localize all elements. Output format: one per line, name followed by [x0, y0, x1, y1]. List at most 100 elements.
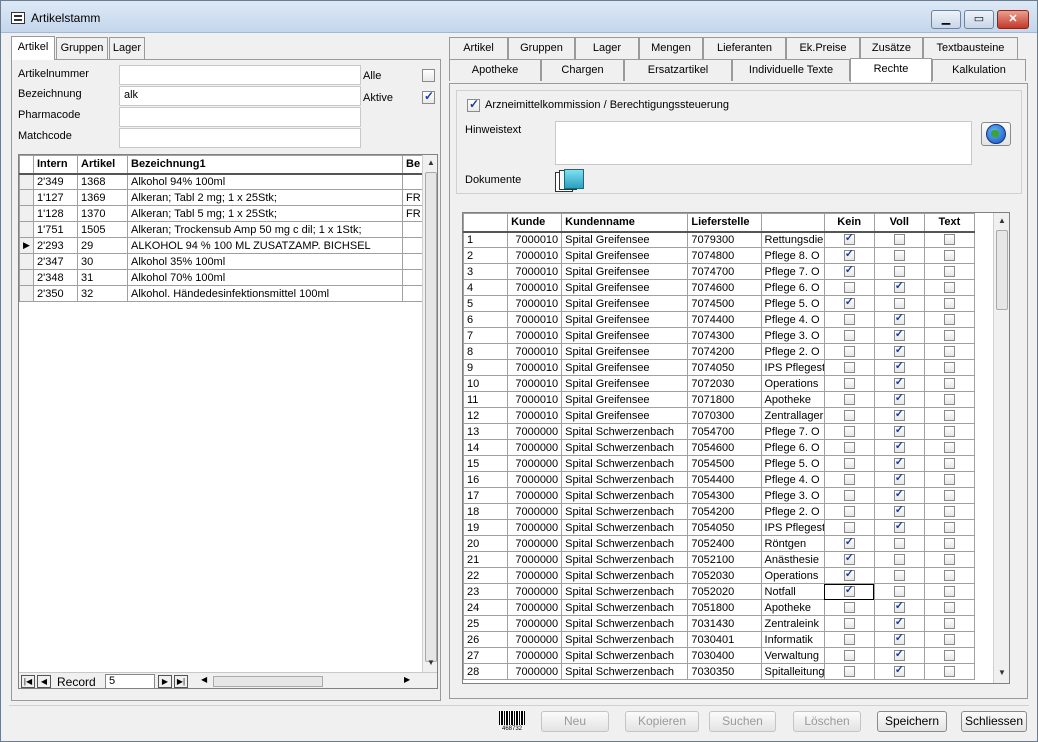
table-cell[interactable]: IPS Pflegest: [760, 519, 825, 536]
permission-checkbox[interactable]: [843, 282, 855, 294]
barcode-icon[interactable]: 468732: [499, 711, 525, 735]
permission-checkbox[interactable]: [843, 585, 855, 598]
table-cell[interactable]: Informatik: [760, 631, 825, 648]
permission-cell[interactable]: [873, 583, 925, 600]
table-cell[interactable]: Pflege 5. O: [760, 295, 825, 312]
row-selector[interactable]: [19, 253, 34, 270]
permission-cell[interactable]: [823, 295, 875, 312]
permission-checkbox[interactable]: [943, 634, 955, 646]
table-cell[interactable]: Spital Greifensee: [561, 247, 689, 264]
permission-cell[interactable]: [923, 647, 976, 664]
permission-cell[interactable]: [923, 423, 976, 440]
permission-checkbox[interactable]: [943, 410, 955, 422]
permission-cell[interactable]: [823, 567, 875, 584]
minimize-button[interactable]: ▁: [931, 10, 961, 29]
permission-checkbox[interactable]: [893, 473, 905, 486]
first-record-icon[interactable]: |◀: [21, 675, 35, 688]
article-grid-vscroll[interactable]: ▲ ▼: [422, 155, 437, 672]
table-cell[interactable]: Alkeran; Tabl 5 mg; 1 x 25Stk;: [127, 205, 403, 222]
table-cell[interactable]: [402, 285, 424, 302]
permission-checkbox[interactable]: [843, 410, 855, 422]
row-selector[interactable]: [19, 285, 34, 302]
permission-checkbox[interactable]: [843, 314, 855, 326]
permission-cell[interactable]: [823, 439, 875, 456]
permission-cell[interactable]: [873, 551, 925, 568]
tab-lager[interactable]: Lager: [575, 37, 639, 59]
permission-cell[interactable]: [873, 535, 925, 552]
tab-lieferanten[interactable]: Lieferanten: [703, 37, 786, 59]
tab-rechte[interactable]: Rechte: [850, 58, 932, 82]
permission-cell[interactable]: [873, 263, 925, 280]
row-selector[interactable]: [19, 269, 34, 286]
permission-cell[interactable]: [823, 663, 875, 680]
table-cell[interactable]: 7000000: [507, 503, 563, 520]
table-cell[interactable]: 30: [77, 253, 128, 270]
permission-cell[interactable]: [823, 535, 875, 552]
column-header[interactable]: Voll: [873, 213, 925, 233]
permission-checkbox[interactable]: [843, 522, 855, 534]
table-cell[interactable]: 7074050: [687, 359, 762, 376]
table-row[interactable]: 23 7000000 Spital Schwerzenbach 7052020 Notf…: [463, 583, 976, 600]
permission-cell[interactable]: [923, 551, 976, 568]
documents-icon[interactable]: [555, 169, 587, 193]
permission-cell[interactable]: [923, 519, 976, 536]
permission-checkbox[interactable]: [843, 602, 855, 614]
table-cell[interactable]: 7030401: [687, 631, 762, 648]
table-cell[interactable]: Operations: [760, 567, 825, 584]
permission-cell[interactable]: [823, 279, 875, 296]
permission-checkbox[interactable]: [943, 458, 955, 470]
permission-checkbox[interactable]: [893, 489, 905, 502]
table-cell[interactable]: Rettungsdie: [760, 231, 825, 248]
table-row[interactable]: 2'347 30 Alkohol 35% 100ml: [19, 253, 424, 270]
permission-checkbox[interactable]: [893, 586, 905, 598]
permission-cell[interactable]: [873, 327, 925, 344]
table-cell[interactable]: 1368: [77, 173, 128, 190]
table-cell[interactable]: Operations: [760, 375, 825, 392]
table-cell[interactable]: Spital Schwerzenbach: [561, 487, 689, 504]
table-cell[interactable]: 10: [463, 375, 509, 392]
table-cell[interactable]: 7000000: [507, 663, 563, 680]
table-cell[interactable]: 7052100: [687, 551, 762, 568]
table-cell[interactable]: Spital Greifensee: [561, 327, 689, 344]
permission-checkbox[interactable]: [843, 458, 855, 470]
permission-checkbox[interactable]: [943, 426, 955, 438]
permission-checkbox[interactable]: [893, 505, 905, 518]
permission-checkbox[interactable]: [843, 442, 855, 454]
permission-checkbox[interactable]: [893, 234, 905, 246]
column-header[interactable]: Text: [923, 213, 976, 233]
table-row[interactable]: 3 7000010 Spital Greifensee 7074700 Pflege 7…: [463, 263, 976, 280]
permission-cell[interactable]: [923, 631, 976, 648]
permission-cell[interactable]: [873, 407, 925, 424]
permission-checkbox[interactable]: [893, 393, 905, 406]
permission-checkbox[interactable]: [943, 394, 955, 406]
web-link-button[interactable]: [981, 122, 1011, 146]
table-cell[interactable]: 18: [463, 503, 509, 520]
table-row[interactable]: 12 7000010 Spital Greifensee 7070300 Zentral…: [463, 407, 976, 424]
table-cell[interactable]: 16: [463, 471, 509, 488]
table-cell[interactable]: Spital Schwerzenbach: [561, 615, 689, 632]
table-cell[interactable]: 14: [463, 439, 509, 456]
table-cell[interactable]: 2'293: [33, 237, 78, 254]
permission-checkbox[interactable]: [843, 346, 855, 358]
table-cell[interactable]: 7079300: [687, 231, 762, 248]
permission-cell[interactable]: [873, 231, 925, 248]
tab-mengen[interactable]: Mengen: [639, 37, 703, 59]
permission-checkbox[interactable]: [843, 634, 855, 646]
permission-checkbox[interactable]: [843, 297, 855, 310]
permission-checkbox[interactable]: [843, 506, 855, 518]
permission-cell[interactable]: [823, 631, 875, 648]
table-cell[interactable]: 7000010: [507, 407, 563, 424]
permission-checkbox[interactable]: [943, 666, 955, 678]
permission-checkbox[interactable]: [943, 618, 955, 630]
table-row[interactable]: 11 7000010 Spital Greifensee 7071800 Apothek…: [463, 391, 976, 408]
tab-gruppen[interactable]: Gruppen: [56, 37, 108, 59]
table-cell[interactable]: 26: [463, 631, 509, 648]
column-header[interactable]: Intern: [33, 155, 78, 175]
table-cell[interactable]: 7000000: [507, 583, 563, 600]
table-cell[interactable]: Pflege 4. O: [760, 311, 825, 328]
permission-cell[interactable]: [923, 327, 976, 344]
permission-checkbox[interactable]: [893, 281, 905, 294]
table-cell[interactable]: 7: [463, 327, 509, 344]
permission-checkbox[interactable]: [943, 442, 955, 454]
table-cell[interactable]: 20: [463, 535, 509, 552]
